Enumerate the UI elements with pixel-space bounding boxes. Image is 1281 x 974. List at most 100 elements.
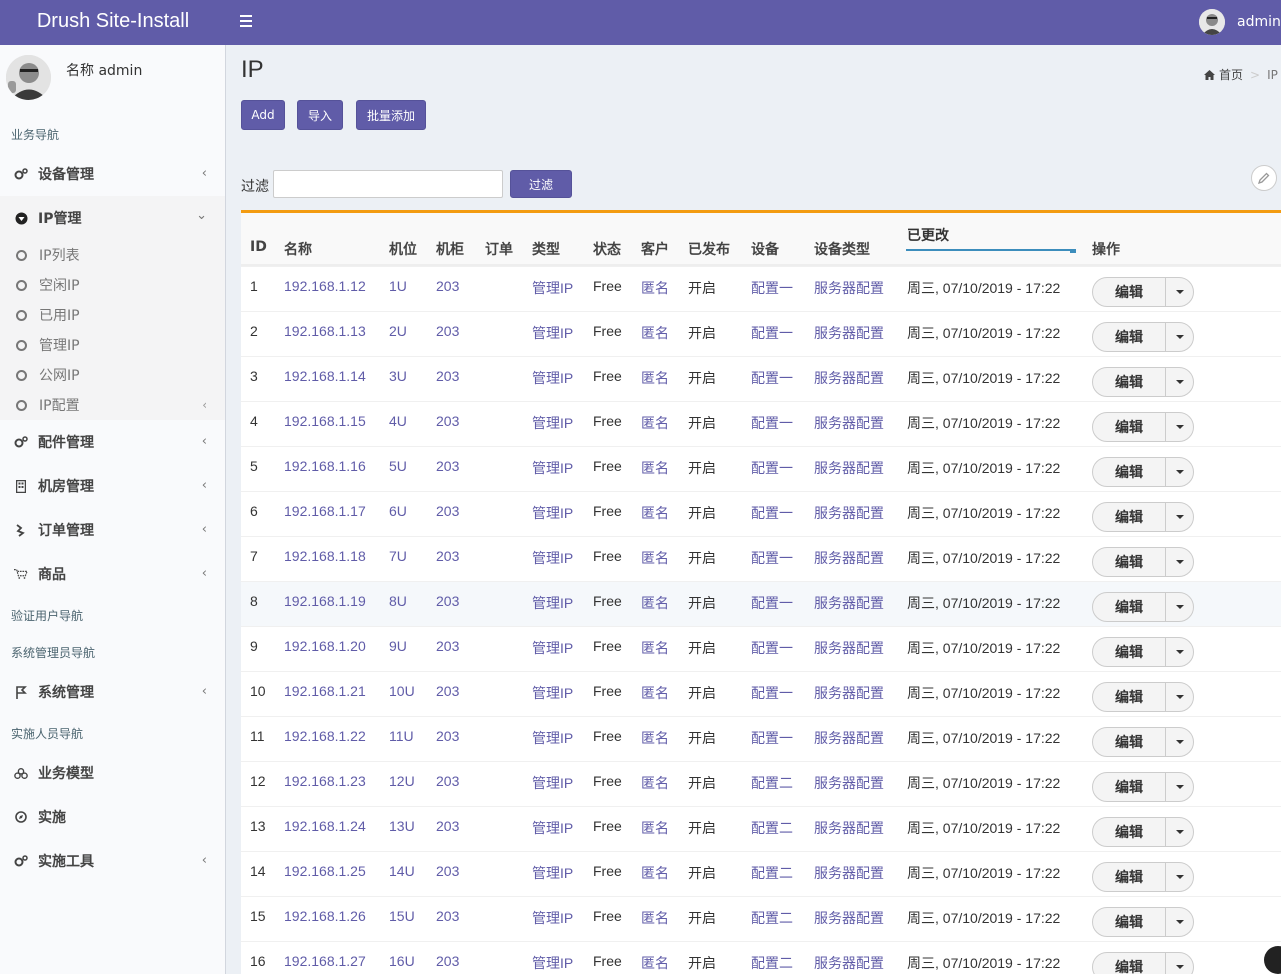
cell-type[interactable]: 管理IP	[532, 278, 573, 298]
cell-position[interactable]: 3U	[389, 368, 407, 384]
import-button[interactable]: 导入	[297, 100, 343, 130]
cell-type[interactable]: 管理IP	[532, 908, 573, 928]
cell-position[interactable]: 11U	[389, 728, 414, 744]
cell-cabinet[interactable]: 203	[436, 863, 459, 879]
cell-name[interactable]: 192.168.1.22	[284, 728, 366, 744]
edit-button[interactable]: 编辑	[1093, 323, 1166, 351]
sidebar-item-implementation-tools[interactable]: 实施工具 ‹	[0, 839, 225, 883]
user-menu[interactable]: admin	[1199, 8, 1281, 36]
sidebar-subitem-used-ip[interactable]: 已用IP	[0, 300, 225, 330]
column-header-name[interactable]: 名称	[284, 239, 312, 259]
cell-device-type[interactable]: 服务器配置	[814, 503, 884, 523]
edit-button[interactable]: 编辑	[1093, 413, 1166, 441]
cell-cabinet[interactable]: 203	[436, 503, 459, 519]
cell-cabinet[interactable]: 203	[436, 548, 459, 564]
cell-cabinet[interactable]: 203	[436, 593, 459, 609]
cell-type[interactable]: 管理IP	[532, 818, 573, 838]
cell-type[interactable]: 管理IP	[532, 638, 573, 658]
cell-type[interactable]: 管理IP	[532, 503, 573, 523]
cell-device[interactable]: 配置二	[751, 953, 793, 973]
cell-type[interactable]: 管理IP	[532, 458, 573, 478]
column-header-order[interactable]: 订单	[485, 239, 513, 259]
actions-dropdown-toggle[interactable]	[1166, 548, 1193, 576]
cell-position[interactable]: 14U	[389, 863, 415, 879]
cell-cabinet[interactable]: 203	[436, 728, 459, 744]
cell-device[interactable]: 配置一	[751, 638, 793, 658]
cell-device-type[interactable]: 服务器配置	[814, 728, 884, 748]
cell-name[interactable]: 192.168.1.14	[284, 368, 366, 384]
edit-button[interactable]: 编辑	[1093, 818, 1166, 846]
column-header-position[interactable]: 机位	[389, 239, 417, 259]
cell-device-type[interactable]: 服务器配置	[814, 818, 884, 838]
actions-dropdown-toggle[interactable]	[1166, 503, 1193, 531]
cell-device[interactable]: 配置一	[751, 503, 793, 523]
edit-button[interactable]: 编辑	[1093, 368, 1166, 396]
cell-device-type[interactable]: 服务器配置	[814, 863, 884, 883]
cell-device-type[interactable]: 服务器配置	[814, 953, 884, 973]
cell-name[interactable]: 192.168.1.16	[284, 458, 366, 474]
edit-button[interactable]: 编辑	[1093, 953, 1166, 974]
app-logo[interactable]: Drush Site-Install	[0, 0, 226, 45]
cell-device-type[interactable]: 服务器配置	[814, 908, 884, 928]
edit-button[interactable]: 编辑	[1093, 638, 1166, 666]
cell-device-type[interactable]: 服务器配置	[814, 683, 884, 703]
cell-position[interactable]: 8U	[389, 593, 407, 609]
sidebar-subitem-free-ip[interactable]: 空闲IP	[0, 270, 225, 300]
cell-type[interactable]: 管理IP	[532, 953, 573, 973]
cell-cabinet[interactable]: 203	[436, 818, 459, 834]
edit-button[interactable]: 编辑	[1093, 908, 1166, 936]
actions-dropdown-toggle[interactable]	[1166, 413, 1193, 441]
sidebar-subitem-ip-config[interactable]: IP配置 ‹	[0, 390, 225, 420]
cell-cabinet[interactable]: 203	[436, 953, 459, 969]
cell-position[interactable]: 13U	[389, 818, 415, 834]
sidebar-item-ip-management[interactable]: IP管理 ⌄	[0, 196, 225, 240]
cell-customer[interactable]: 匿名	[641, 278, 669, 298]
cell-type[interactable]: 管理IP	[532, 683, 573, 703]
filter-button[interactable]: 过滤	[510, 170, 572, 198]
cell-name[interactable]: 192.168.1.27	[284, 953, 366, 969]
column-header-device[interactable]: 设备	[751, 239, 779, 259]
sidebar-item-datacenter-management[interactable]: 机房管理 ‹	[0, 464, 225, 508]
sidebar-item-device-management[interactable]: 设备管理 ‹	[0, 152, 225, 196]
cell-type[interactable]: 管理IP	[532, 368, 573, 388]
cell-customer[interactable]: 匿名	[641, 593, 669, 613]
column-header-cabinet[interactable]: 机柜	[436, 239, 464, 259]
filter-input[interactable]	[273, 170, 503, 198]
cell-cabinet[interactable]: 203	[436, 458, 459, 474]
cell-device-type[interactable]: 服务器配置	[814, 278, 884, 298]
cell-name[interactable]: 192.168.1.26	[284, 908, 366, 924]
cell-position[interactable]: 10U	[389, 683, 415, 699]
cell-name[interactable]: 192.168.1.25	[284, 863, 366, 879]
actions-dropdown-toggle[interactable]	[1166, 593, 1193, 621]
cell-name[interactable]: 192.168.1.20	[284, 638, 366, 654]
sidebar-item-implementation[interactable]: 实施	[0, 795, 225, 839]
column-header-changed[interactable]: 已更改	[907, 225, 949, 245]
edit-button[interactable]: 编辑	[1093, 278, 1166, 306]
cell-type[interactable]: 管理IP	[532, 548, 573, 568]
cell-cabinet[interactable]: 203	[436, 413, 459, 429]
cell-device[interactable]: 配置一	[751, 413, 793, 433]
actions-dropdown-toggle[interactable]	[1166, 683, 1193, 711]
cell-customer[interactable]: 匿名	[641, 413, 669, 433]
cell-position[interactable]: 15U	[389, 908, 415, 924]
cell-name[interactable]: 192.168.1.24	[284, 818, 366, 834]
cell-device[interactable]: 配置一	[751, 683, 793, 703]
cell-name[interactable]: 192.168.1.23	[284, 773, 366, 789]
actions-dropdown-toggle[interactable]	[1166, 953, 1193, 974]
edit-button[interactable]: 编辑	[1093, 863, 1166, 891]
cell-position[interactable]: 2U	[389, 323, 407, 339]
cell-customer[interactable]: 匿名	[641, 818, 669, 838]
cell-customer[interactable]: 匿名	[641, 548, 669, 568]
cell-type[interactable]: 管理IP	[532, 728, 573, 748]
cell-name[interactable]: 192.168.1.19	[284, 593, 366, 609]
sidebar-item-system-management[interactable]: 系统管理 ‹	[0, 670, 225, 714]
edit-button[interactable]: 编辑	[1093, 503, 1166, 531]
actions-dropdown-toggle[interactable]	[1166, 323, 1193, 351]
sidebar-item-order-management[interactable]: 订单管理 ‹	[0, 508, 225, 552]
actions-dropdown-toggle[interactable]	[1166, 908, 1193, 936]
cell-customer[interactable]: 匿名	[641, 863, 669, 883]
actions-dropdown-toggle[interactable]	[1166, 278, 1193, 306]
column-header-device-type[interactable]: 设备类型	[814, 239, 870, 259]
cell-device[interactable]: 配置一	[751, 278, 793, 298]
cell-position[interactable]: 4U	[389, 413, 407, 429]
